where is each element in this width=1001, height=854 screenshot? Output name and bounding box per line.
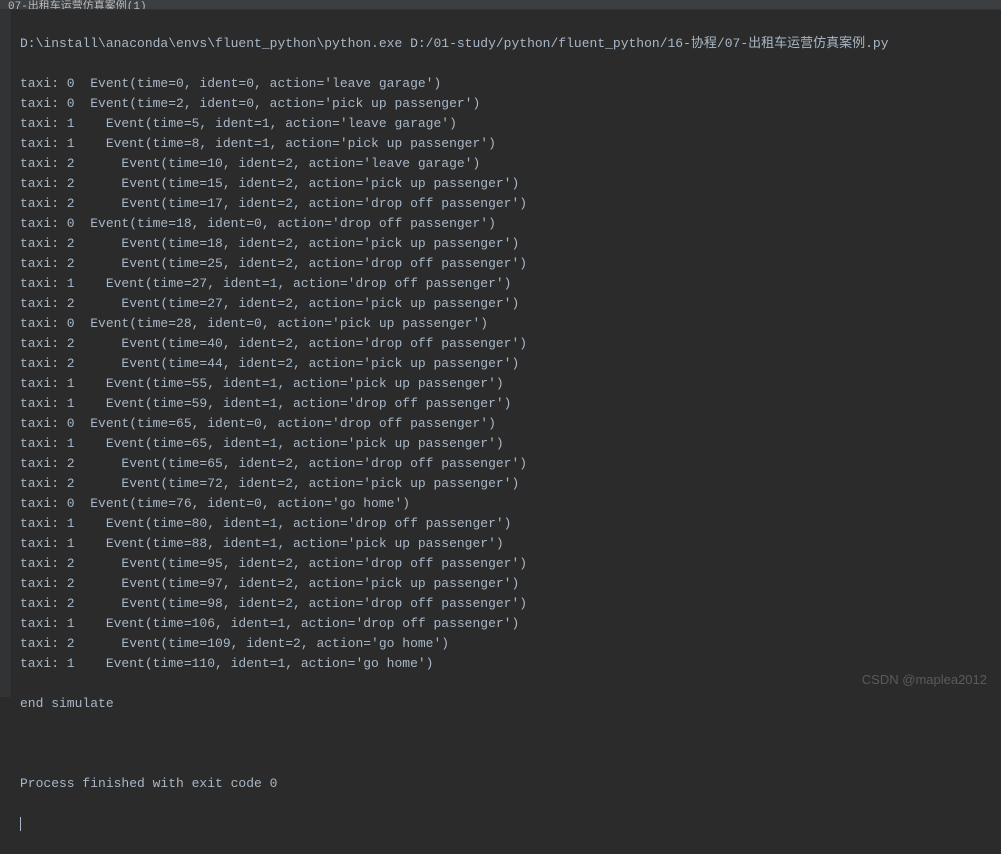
end-simulate-line: end simulate	[20, 694, 993, 714]
event-line: taxi: 2 Event(time=109, ident=2, action=…	[20, 634, 993, 654]
event-line: taxi: 1 Event(time=8, ident=1, action='p…	[20, 134, 993, 154]
event-line: taxi: 1 Event(time=88, ident=1, action='…	[20, 534, 993, 554]
process-exit-line: Process finished with exit code 0	[20, 774, 993, 794]
event-line: taxi: 1 Event(time=5, ident=1, action='l…	[20, 114, 993, 134]
event-line: taxi: 1 Event(time=27, ident=1, action='…	[20, 274, 993, 294]
cursor-line	[20, 814, 993, 834]
watermark-text: CSDN @maplea2012	[862, 672, 987, 687]
event-line: taxi: 0 Event(time=18, ident=0, action='…	[20, 214, 993, 234]
event-line: taxi: 2 Event(time=98, ident=2, action='…	[20, 594, 993, 614]
event-line: taxi: 1 Event(time=65, ident=1, action='…	[20, 434, 993, 454]
event-line: taxi: 2 Event(time=40, ident=2, action='…	[20, 334, 993, 354]
event-line: taxi: 2 Event(time=17, ident=2, action='…	[20, 194, 993, 214]
event-line: taxi: 1 Event(time=110, ident=1, action=…	[20, 654, 993, 674]
event-line: taxi: 2 Event(time=44, ident=2, action='…	[20, 354, 993, 374]
event-line: taxi: 2 Event(time=97, ident=2, action='…	[20, 574, 993, 594]
run-tab-bar: 07-出租车运营仿真案例(1)	[0, 0, 1001, 10]
event-line: taxi: 2 Event(time=18, ident=2, action='…	[20, 234, 993, 254]
event-line: taxi: 2 Event(time=72, ident=2, action='…	[20, 474, 993, 494]
event-line: taxi: 2 Event(time=27, ident=2, action='…	[20, 294, 993, 314]
console-output[interactable]: D:\install\anaconda\envs\fluent_python\p…	[12, 10, 1001, 697]
event-line: taxi: 1 Event(time=80, ident=1, action='…	[20, 514, 993, 534]
event-line: taxi: 2 Event(time=15, ident=2, action='…	[20, 174, 993, 194]
event-line: taxi: 0 Event(time=65, ident=0, action='…	[20, 414, 993, 434]
event-line: taxi: 1 Event(time=106, ident=1, action=…	[20, 614, 993, 634]
console-gutter	[0, 10, 12, 697]
event-line: taxi: 2 Event(time=10, ident=2, action='…	[20, 154, 993, 174]
event-line: taxi: 0 Event(time=76, ident=0, action='…	[20, 494, 993, 514]
event-line: taxi: 0 Event(time=0, ident=0, action='l…	[20, 74, 993, 94]
blank-line	[20, 734, 993, 754]
event-line: taxi: 0 Event(time=2, ident=0, action='p…	[20, 94, 993, 114]
run-tab-title[interactable]: 07-出租车运营仿真案例(1)	[8, 0, 147, 10]
event-line: taxi: 2 Event(time=65, ident=2, action='…	[20, 454, 993, 474]
event-line: taxi: 2 Event(time=95, ident=2, action='…	[20, 554, 993, 574]
event-output-block: taxi: 0 Event(time=0, ident=0, action='l…	[20, 74, 993, 674]
event-line: taxi: 0 Event(time=28, ident=0, action='…	[20, 314, 993, 334]
event-line: taxi: 1 Event(time=55, ident=1, action='…	[20, 374, 993, 394]
event-line: taxi: 1 Event(time=59, ident=1, action='…	[20, 394, 993, 414]
event-line: taxi: 2 Event(time=25, ident=2, action='…	[20, 254, 993, 274]
command-line: D:\install\anaconda\envs\fluent_python\p…	[20, 34, 993, 54]
